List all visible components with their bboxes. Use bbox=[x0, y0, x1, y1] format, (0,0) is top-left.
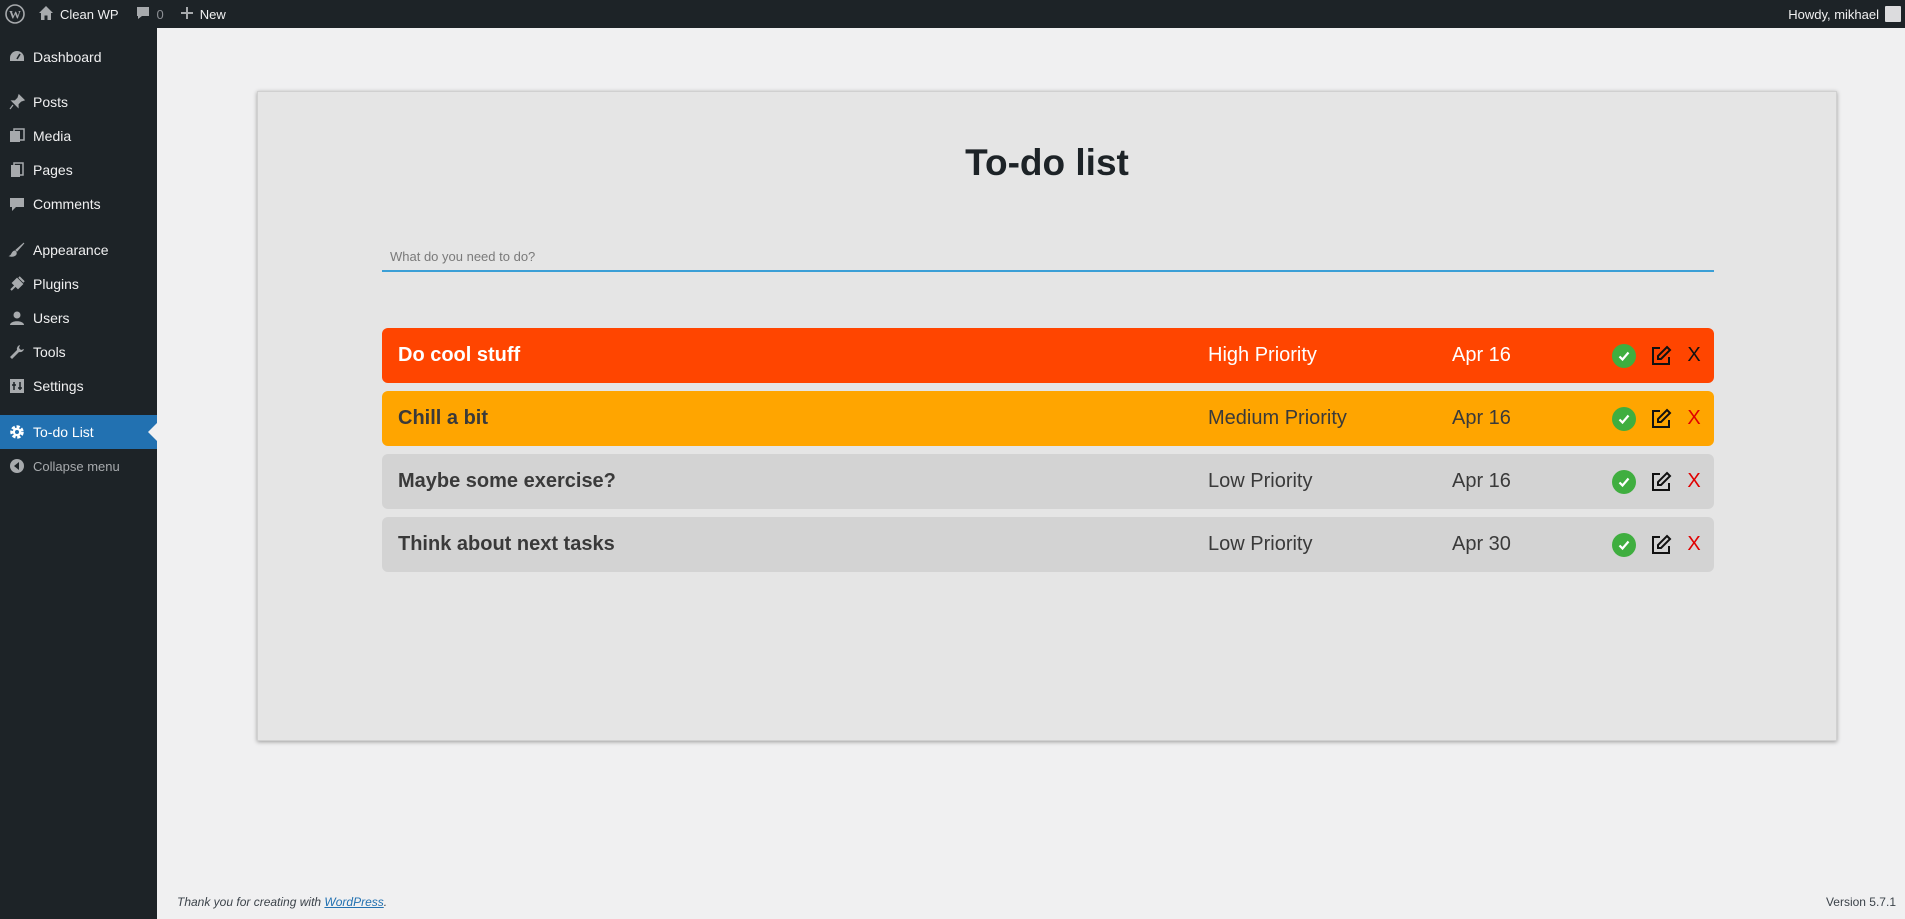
sidebar-item-pages[interactable]: Pages bbox=[0, 153, 157, 187]
sidebar-item-dashboard[interactable]: Dashboard bbox=[0, 40, 157, 74]
sidebar-item-label: Comments bbox=[33, 196, 101, 212]
howdy-text: Howdy, mikhael bbox=[1788, 6, 1879, 22]
comment-icon bbox=[0, 195, 33, 213]
sidebar-item-settings[interactable]: Settings bbox=[0, 369, 157, 403]
task-actions: X bbox=[1612, 343, 1702, 368]
sidebar-item-label: Tools bbox=[33, 344, 66, 360]
check-circle-icon[interactable] bbox=[1612, 532, 1636, 557]
task-actions: X bbox=[1612, 532, 1702, 557]
plug-icon bbox=[0, 275, 33, 293]
check-circle-icon[interactable] bbox=[1612, 343, 1636, 368]
delete-button[interactable]: X bbox=[1686, 344, 1702, 367]
task-priority: Low Priority bbox=[1208, 470, 1313, 492]
footer-thanks: Thank you for creating with WordPress. bbox=[177, 895, 387, 909]
comments-count: 0 bbox=[156, 6, 164, 22]
admin-bar: W Clean WP 0 New Howdy, mikhael bbox=[0, 0, 1905, 28]
comments-link[interactable]: 0 bbox=[127, 0, 172, 28]
media-icon bbox=[0, 127, 33, 145]
sidebar-item-label: To-do List bbox=[33, 424, 94, 440]
sidebar-item-label: Dashboard bbox=[33, 49, 102, 65]
sidebar-item-label: Appearance bbox=[33, 242, 109, 258]
plus-icon bbox=[180, 6, 194, 23]
check-circle-icon[interactable] bbox=[1612, 406, 1636, 431]
sidebar-item-users[interactable]: Users bbox=[0, 301, 157, 335]
site-name-link[interactable]: Clean WP bbox=[30, 0, 127, 28]
wrench-icon bbox=[0, 343, 33, 361]
new-task-input[interactable] bbox=[382, 242, 1714, 272]
comment-bubble-icon bbox=[135, 5, 151, 24]
sidebar-item-plugins[interactable]: Plugins bbox=[0, 267, 157, 301]
sidebar-item-label: Plugins bbox=[33, 276, 79, 292]
task-name: Do cool stuff bbox=[398, 344, 521, 366]
delete-button[interactable]: X bbox=[1686, 533, 1702, 556]
pin-icon bbox=[0, 93, 33, 111]
task-item: Do cool stuff High Priority Apr 16 X bbox=[382, 328, 1714, 383]
sidebar-item-label: Users bbox=[33, 310, 70, 326]
edit-icon[interactable] bbox=[1650, 534, 1672, 556]
edit-icon[interactable] bbox=[1650, 408, 1672, 430]
task-name: Chill a bit bbox=[398, 407, 488, 429]
collapse-menu-button[interactable]: Collapse menu bbox=[0, 449, 157, 483]
edit-icon[interactable] bbox=[1650, 471, 1672, 493]
task-priority: High Priority bbox=[1208, 344, 1317, 366]
sidebar-item-label: Media bbox=[33, 128, 72, 144]
avatar bbox=[1885, 6, 1901, 22]
pages-icon bbox=[0, 161, 33, 179]
sidebar-item-todo-list[interactable]: To-do List bbox=[0, 415, 157, 449]
task-name: Maybe some exercise? bbox=[398, 470, 616, 492]
wordpress-link[interactable]: WordPress bbox=[324, 895, 383, 909]
footer-thanks-suffix: . bbox=[383, 895, 388, 909]
task-date: Apr 16 bbox=[1452, 470, 1511, 492]
task-item: Maybe some exercise? Low Priority Apr 16… bbox=[382, 454, 1714, 509]
svg-text:W: W bbox=[9, 8, 21, 22]
task-priority: Medium Priority bbox=[1208, 407, 1347, 429]
sidebar-item-posts[interactable]: Posts bbox=[0, 85, 157, 119]
new-label: New bbox=[199, 6, 226, 22]
task-item: Think about next tasks Low Priority Apr … bbox=[382, 517, 1714, 572]
brush-icon bbox=[0, 241, 33, 259]
user-icon bbox=[0, 309, 33, 327]
site-name: Clean WP bbox=[60, 6, 119, 22]
admin-sidebar: Dashboard Posts Media Pages Comments App… bbox=[0, 28, 157, 919]
sidebar-item-appearance[interactable]: Appearance bbox=[0, 233, 157, 267]
todo-panel: To-do list Do cool stuff High Priority A… bbox=[257, 91, 1837, 741]
wordpress-logo-icon[interactable]: W bbox=[0, 0, 30, 28]
task-actions: X bbox=[1612, 406, 1702, 431]
dashboard-icon bbox=[0, 48, 33, 66]
sidebar-item-label: Posts bbox=[33, 94, 69, 110]
sidebar-item-tools[interactable]: Tools bbox=[0, 335, 157, 369]
sidebar-item-label: Settings bbox=[33, 378, 84, 394]
task-date: Apr 16 bbox=[1452, 344, 1511, 366]
sidebar-item-label: Collapse menu bbox=[33, 458, 120, 474]
home-icon bbox=[38, 5, 54, 24]
gear-icon bbox=[0, 423, 33, 441]
task-priority: Low Priority bbox=[1208, 533, 1313, 555]
edit-icon[interactable] bbox=[1650, 345, 1672, 367]
delete-button[interactable]: X bbox=[1686, 407, 1702, 430]
task-date: Apr 30 bbox=[1452, 533, 1511, 555]
footer-version: Version 5.7.1 bbox=[1825, 895, 1896, 909]
task-actions: X bbox=[1612, 469, 1702, 494]
settings-icon bbox=[0, 377, 33, 395]
check-circle-icon[interactable] bbox=[1612, 469, 1636, 494]
page-title: To-do list bbox=[965, 142, 1129, 183]
sidebar-item-comments[interactable]: Comments bbox=[0, 187, 157, 221]
sidebar-item-media[interactable]: Media bbox=[0, 119, 157, 153]
new-content-link[interactable]: New bbox=[172, 0, 234, 28]
sidebar-item-label: Pages bbox=[33, 162, 73, 178]
my-account-link[interactable]: Howdy, mikhael bbox=[1780, 0, 1905, 28]
task-date: Apr 16 bbox=[1452, 407, 1511, 429]
collapse-icon bbox=[0, 457, 33, 475]
delete-button[interactable]: X bbox=[1686, 470, 1702, 493]
task-item: Chill a bit Medium Priority Apr 16 X bbox=[382, 391, 1714, 446]
task-name: Think about next tasks bbox=[398, 533, 615, 555]
footer-thanks-prefix: Thank you for creating with bbox=[177, 895, 325, 909]
